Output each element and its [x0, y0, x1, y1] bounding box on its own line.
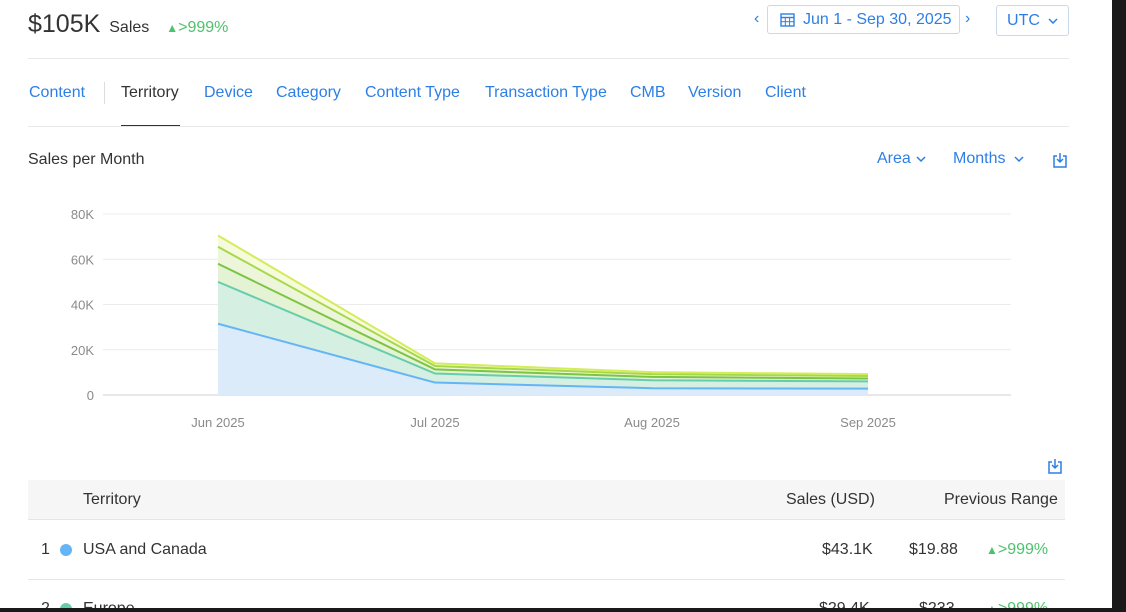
table-download-icon[interactable] [1047, 458, 1063, 475]
territory-name[interactable]: Europe [83, 600, 135, 608]
territory-delta: ▲>999% [986, 541, 1048, 559]
row-divider [28, 579, 1065, 580]
sales-dashboard-panel: $105K Sales ▲>999% ‹ Jun 1 - Sep 30, 202… [0, 0, 1112, 608]
usa-canada-legend-dot [60, 544, 72, 556]
x-tick-label: Sep 2025 [840, 415, 896, 430]
territory-delta-value: >999% [998, 600, 1048, 608]
sales-column-header[interactable]: Sales (USD) [786, 491, 875, 509]
territory-column-header[interactable]: Territory [83, 491, 141, 509]
previous-range-column-header[interactable]: Previous Range [944, 491, 1058, 509]
row-divider [28, 519, 1065, 520]
europe-legend-dot [60, 603, 72, 608]
territory-delta-value: >999% [997, 541, 1049, 558]
sales-area-chart: 0 20K 40K 60K 80K Jun 2025 Jul 2025 Aug 2025 Sep… [71, 207, 1011, 430]
y-tick-label: 40K [71, 298, 94, 313]
row-rank: 1 [41, 541, 50, 558]
up-triangle-icon: ▲ [986, 602, 998, 608]
territory-sales: $43.1K [822, 541, 873, 558]
y-tick-label: 80K [71, 207, 94, 222]
up-triangle-icon: ▲ [986, 543, 998, 557]
territory-sales: $29.4K [819, 600, 870, 608]
y-tick-label: 60K [71, 252, 94, 267]
territory-delta: ▲>999% [986, 600, 1048, 608]
x-tick-label: Jun 2025 [191, 415, 245, 430]
row-rank: 2 [41, 600, 50, 608]
territory-previous: $19.88 [909, 541, 958, 558]
table-header-row [28, 480, 1065, 519]
y-tick-label: 0 [87, 388, 94, 403]
y-tick-label: 20K [71, 343, 94, 358]
territory-name[interactable]: USA and Canada [83, 541, 207, 559]
territory-previous: $233 [919, 600, 955, 608]
x-tick-label: Jul 2025 [410, 415, 459, 430]
x-tick-label: Aug 2025 [624, 415, 680, 430]
